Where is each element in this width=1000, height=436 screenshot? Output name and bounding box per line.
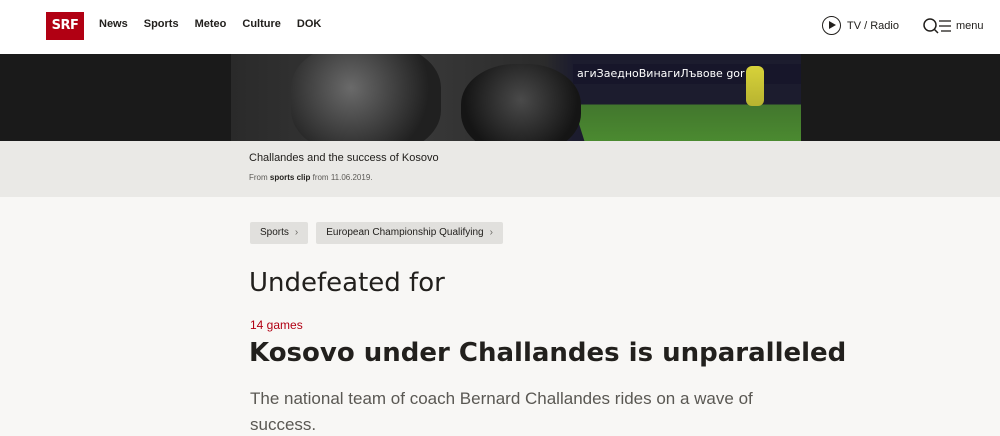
srf-logo[interactable]: SRF	[46, 12, 84, 40]
video-title[interactable]: Challandes and the success of Kosovo	[249, 152, 439, 164]
tv-radio-label: TV / Radio	[847, 19, 899, 32]
video-meta: From sports clip from 11.06.2019.	[249, 173, 372, 182]
play-icon	[822, 16, 841, 35]
nav-culture[interactable]: Culture	[242, 18, 281, 30]
nav-news[interactable]: News	[99, 18, 128, 30]
video-thumbnail[interactable]: агиЗаедноВинагиЛъвове gor	[231, 54, 801, 141]
menu-label: menu	[956, 20, 984, 32]
breadcrumb-label: European Championship Qualifying	[326, 227, 484, 238]
video-source: sports clip	[269, 173, 311, 182]
player-silhouette	[291, 54, 441, 141]
search-menu-icon	[922, 16, 952, 36]
article-kicker: Undefeated for	[249, 268, 445, 298]
breadcrumb-sports[interactable]: Sports ›	[250, 222, 309, 244]
chevron-right-icon: ›	[294, 227, 299, 238]
tv-radio-link[interactable]: TV / Radio	[822, 16, 899, 35]
article-headline: Kosovo under Challandes is unparalleled	[249, 338, 847, 368]
breadcrumb: Sports › European Championship Qualifyin…	[250, 222, 503, 244]
video-caption	[0, 141, 1000, 197]
stadium-billboard: агиЗаедноВинагиЛъвове gor	[573, 64, 801, 84]
main-nav: News Sports Meteo Culture DOK	[99, 18, 321, 30]
breadcrumb-label: Sports	[260, 227, 289, 238]
nav-sports[interactable]: Sports	[144, 18, 179, 30]
chevron-right-icon: ›	[489, 227, 493, 238]
nav-dok[interactable]: DOK	[297, 18, 321, 30]
article-overline: 14 games	[250, 318, 303, 332]
goalkeeper-figure	[746, 66, 764, 106]
video-band: агиЗаедноВинагиЛъвове gor	[0, 54, 1000, 141]
menu-button[interactable]: menu	[922, 16, 984, 36]
player-silhouette	[461, 64, 581, 141]
from-prefix: From	[249, 173, 268, 182]
video-date: from 11.06.2019.	[312, 173, 373, 182]
breadcrumb-euro-qualifying[interactable]: European Championship Qualifying ›	[316, 222, 503, 244]
article-lead: The national team of coach Bernard Chall…	[250, 389, 753, 434]
nav-meteo[interactable]: Meteo	[195, 18, 227, 30]
site-header: SRF News Sports Meteo Culture DOK TV / R…	[0, 0, 1000, 54]
